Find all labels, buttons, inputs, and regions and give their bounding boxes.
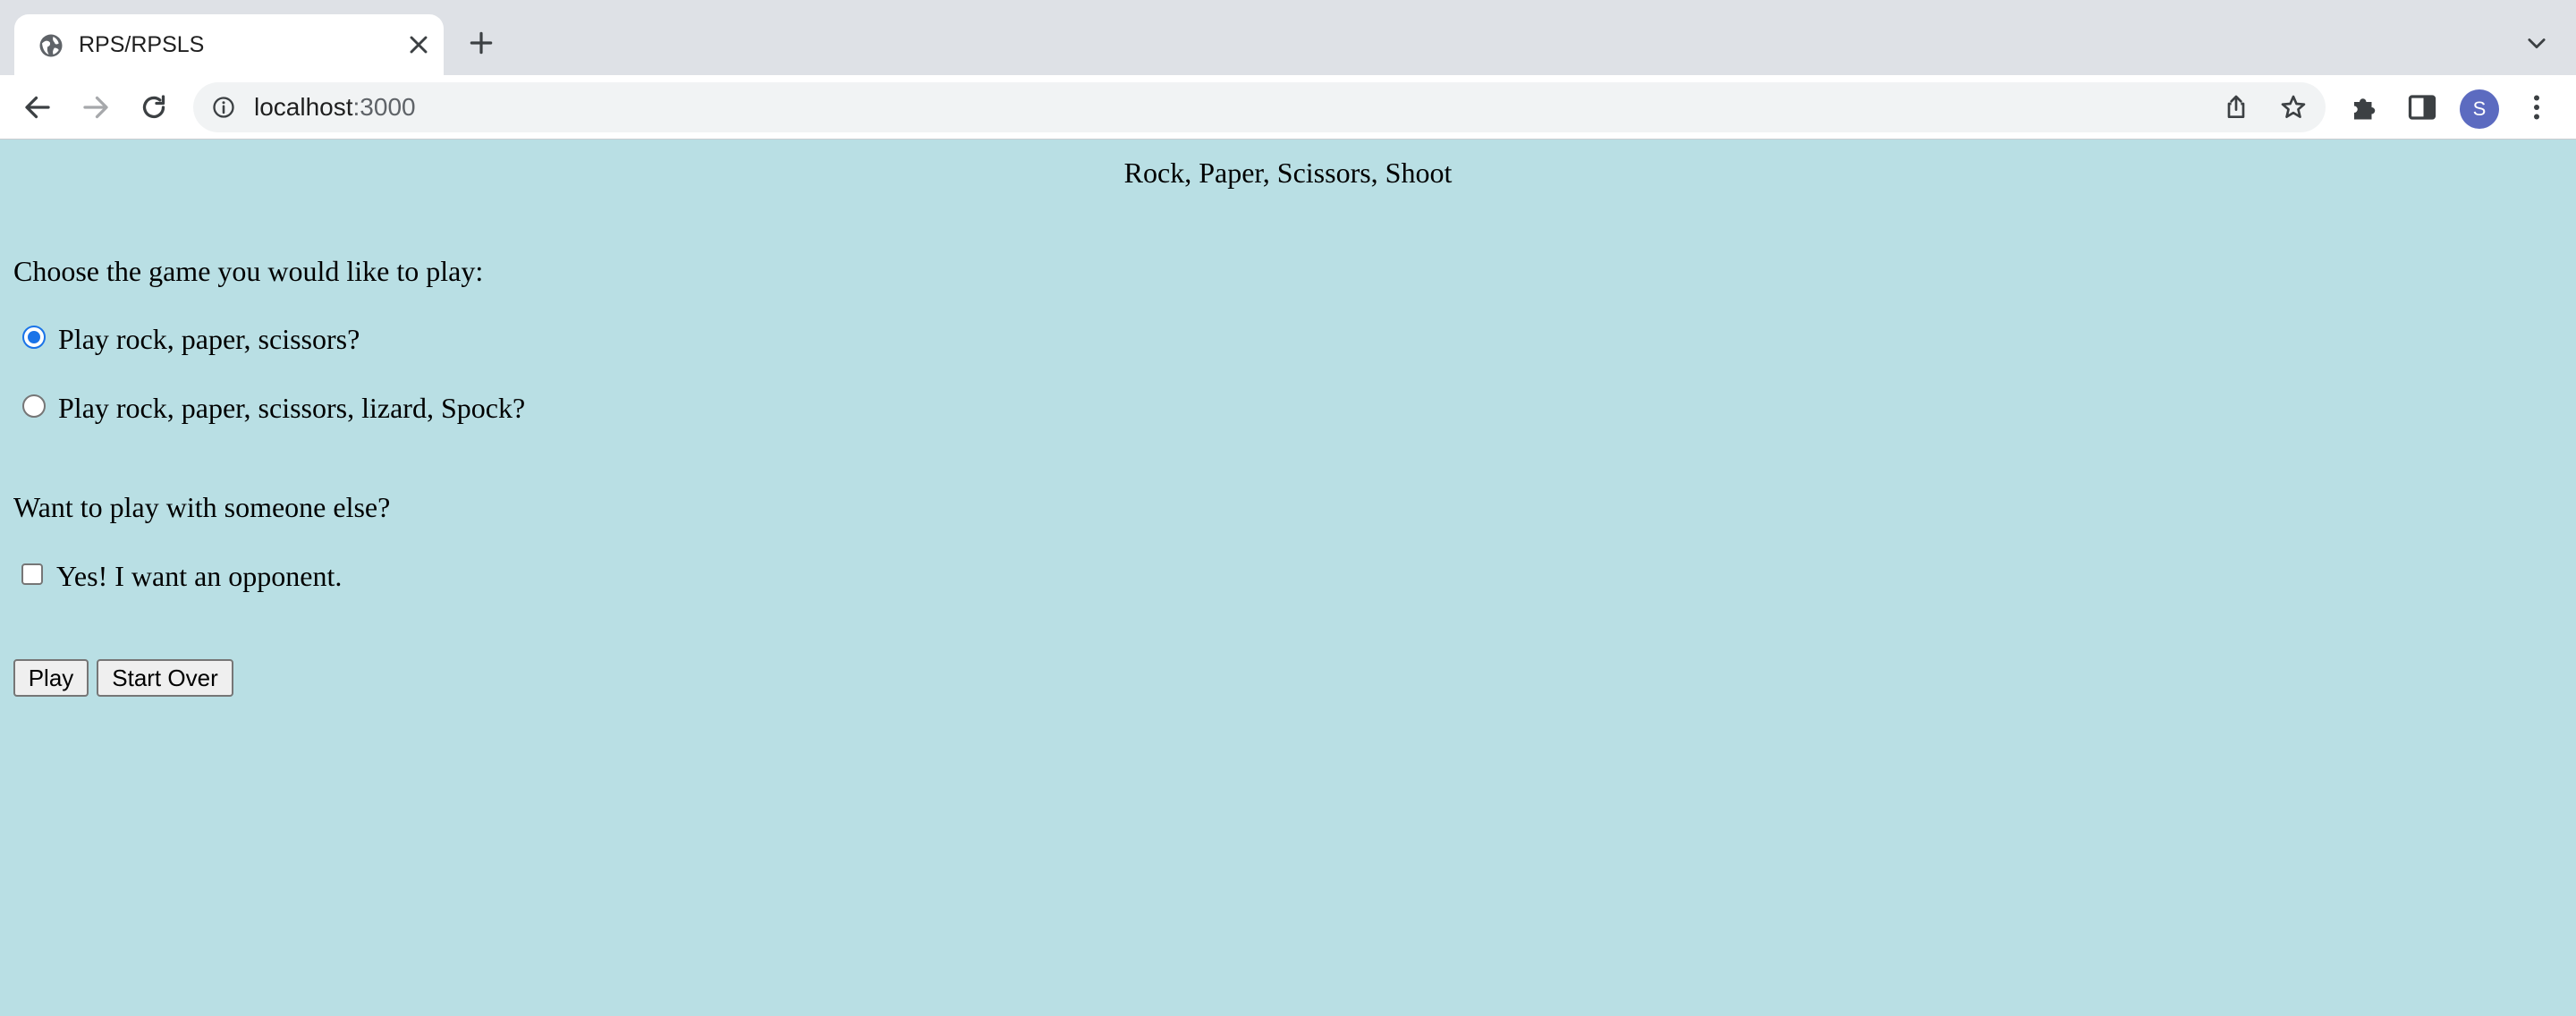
page-title: Rock, Paper, Scissors, Shoot xyxy=(1123,157,1453,189)
browser-toolbar: localhost:3000 S xyxy=(0,75,2576,140)
tab-title: RPS/RPSLS xyxy=(79,32,205,57)
tab-strip: RPS/RPSLS xyxy=(0,0,2576,75)
game-prompt: Choose the game you would like to play: xyxy=(13,255,484,287)
profile-avatar[interactable]: S xyxy=(2460,89,2499,129)
close-icon[interactable] xyxy=(404,30,433,59)
new-tab-plus-icon[interactable] xyxy=(467,29,496,57)
browser-tab[interactable]: RPS/RPSLS xyxy=(14,14,444,75)
more-menu-icon[interactable] xyxy=(2521,91,2553,123)
play-button[interactable]: Play xyxy=(13,659,89,697)
page-content: Rock, Paper, Scissors, Shoot Choose the … xyxy=(0,140,2576,1016)
reload-icon[interactable] xyxy=(138,91,170,123)
bookmark-star-icon[interactable] xyxy=(2279,93,2308,122)
share-icon[interactable] xyxy=(2222,93,2250,122)
opponent-checkbox[interactable] xyxy=(21,563,43,585)
radio-rpsls[interactable] xyxy=(22,394,46,418)
info-icon[interactable] xyxy=(211,95,236,120)
side-panel-icon[interactable] xyxy=(2406,91,2438,123)
url-host: localhost xyxy=(254,93,353,121)
start-over-button[interactable]: Start Over xyxy=(97,659,233,697)
globe-icon xyxy=(39,34,63,57)
chevron-down-icon[interactable] xyxy=(2524,30,2549,55)
opponent-prompt: Want to play with someone else? xyxy=(13,491,391,523)
extensions-icon[interactable] xyxy=(2349,91,2381,123)
address-bar[interactable]: localhost:3000 xyxy=(193,82,2326,132)
radio-rps[interactable] xyxy=(22,326,46,349)
radio-rps-label[interactable]: Play rock, paper, scissors? xyxy=(58,322,360,356)
opponent-checkbox-label[interactable]: Yes! I want an opponent. xyxy=(56,559,342,593)
radio-rpsls-label[interactable]: Play rock, paper, scissors, lizard, Spoc… xyxy=(58,391,525,425)
url-port: :3000 xyxy=(352,93,416,121)
forward-arrow-icon[interactable] xyxy=(80,91,112,123)
url-text[interactable]: localhost:3000 xyxy=(254,93,416,122)
back-arrow-icon[interactable] xyxy=(21,91,54,123)
